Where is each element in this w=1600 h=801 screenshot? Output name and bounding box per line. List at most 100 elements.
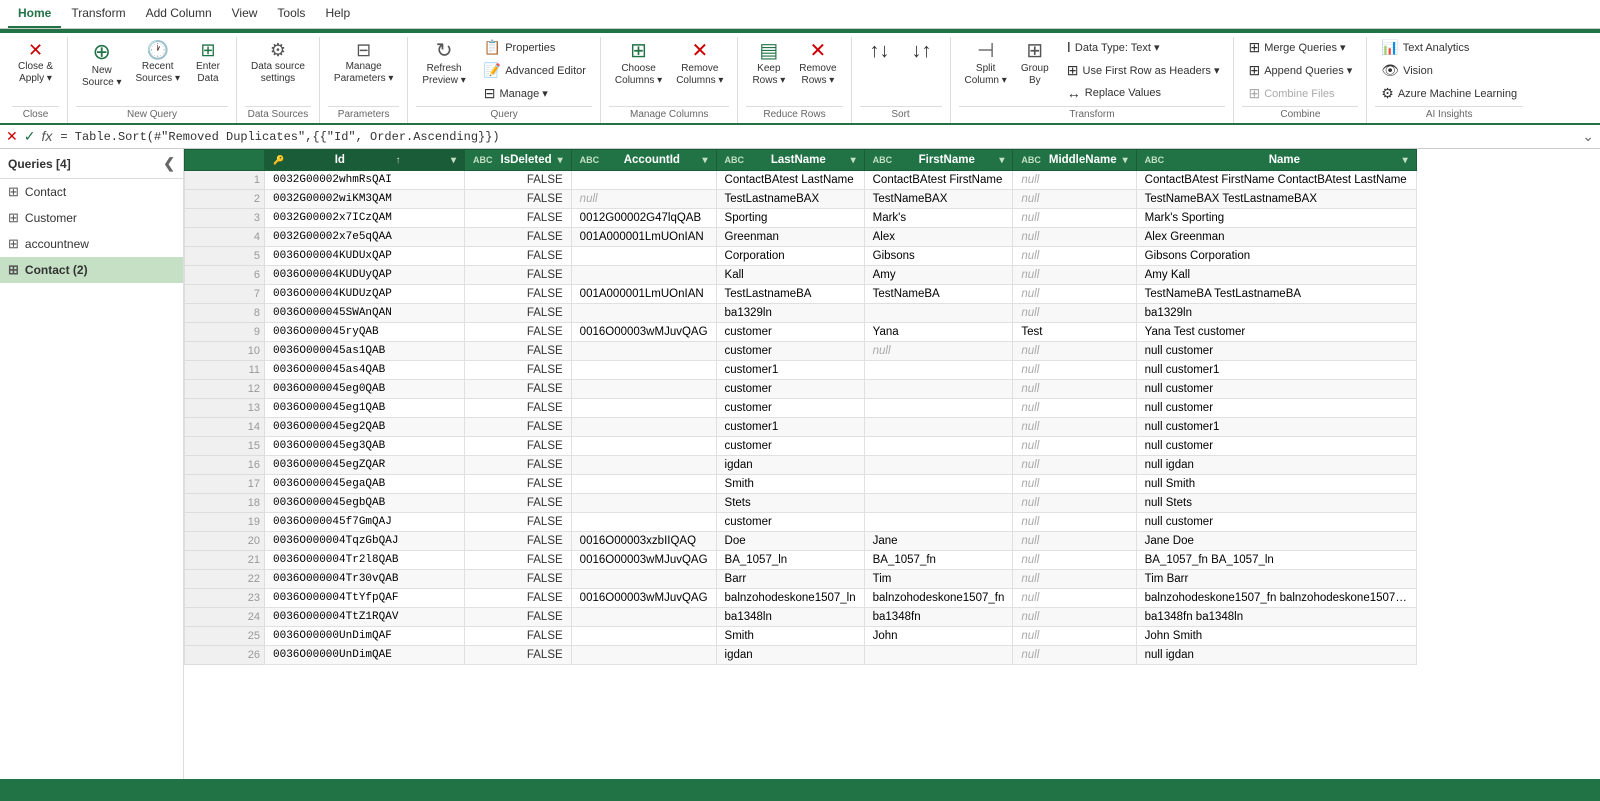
choose-columns-button[interactable]: ⊞ ChooseColumns ▾	[609, 37, 668, 91]
data-type-button[interactable]: Ⅰ Data Type: Text ▾	[1061, 37, 1226, 58]
table-row[interactable]: 210036O000004Tr2l8QABFALSE0016O00003wMJu…	[185, 551, 1417, 570]
vision-button[interactable]: 👁 Vision	[1375, 60, 1523, 81]
data-source-settings-button[interactable]: ⚙ Data sourcesettings	[245, 37, 311, 89]
table-row[interactable]: 150036O000045eg3QABFALSEcustomernullnull…	[185, 437, 1417, 456]
sidebar-item-accountnew[interactable]: ⊞ accountnew	[0, 231, 183, 257]
merge-queries-button[interactable]: ⊞ Merge Queries ▾	[1242, 37, 1358, 58]
col-firstname-menu[interactable]: ▾	[999, 155, 1004, 166]
menu-help[interactable]: Help	[315, 0, 360, 28]
table-row[interactable]: 260036O00000UnDimQAEFALSEigdannullnull i…	[185, 646, 1417, 665]
menu-transform[interactable]: Transform	[61, 0, 135, 28]
sidebar-item-customer[interactable]: ⊞ Customer	[0, 205, 183, 231]
col-header-isdeleted[interactable]: ABC IsDeleted ▾	[465, 150, 572, 171]
table-row[interactable]: 200036O000004TqzGbQAJFALSE0016O00003xzbI…	[185, 532, 1417, 551]
col-middlename-menu[interactable]: ▾	[1123, 155, 1128, 166]
manage-parameters-button[interactable]: ⊟ ManageParameters ▾	[328, 37, 399, 89]
row-number: 7	[185, 285, 265, 304]
cell-id: 0032G00002whmRsQAI	[265, 171, 465, 190]
table-row[interactable]: 100036O000045as1QABFALSEcustomernullnull…	[185, 342, 1417, 361]
table-row[interactable]: 50036O00004KUDUxQAPFALSECorporationGibso…	[185, 247, 1417, 266]
sidebar-item-contact2[interactable]: ⊞ Contact (2)	[0, 257, 183, 283]
text-analytics-button[interactable]: 📊 Text Analytics	[1375, 37, 1523, 58]
col-id-menu-icon[interactable]: ▾	[451, 155, 456, 166]
sidebar-collapse-button[interactable]: ❮	[163, 155, 175, 172]
data-table-wrapper[interactable]: 🔑 Id ↑ ▾ ABC IsDeleted ▾	[184, 149, 1600, 779]
menu-tools[interactable]: Tools	[267, 0, 315, 28]
table-row[interactable]: 220036O000004Tr30vQABFALSEBarrTimnullTim…	[185, 570, 1417, 589]
table-row[interactable]: 130036O000045eg1QABFALSEcustomernullnull…	[185, 399, 1417, 418]
row-number: 22	[185, 570, 265, 589]
refresh-preview-button[interactable]: ↻ RefreshPreview ▾	[416, 37, 471, 91]
cell-id: 0032G00002x7e5qQAA	[265, 228, 465, 247]
table-row[interactable]: 70036O00004KUDUzQAPFALSE001A000001LmUOnI…	[185, 285, 1417, 304]
enter-data-button[interactable]: ⊞ EnterData	[188, 37, 228, 89]
table-row[interactable]: 140036O000045eg2QABFALSEcustomer1nullnul…	[185, 418, 1417, 437]
data-type-icon: Ⅰ	[1067, 39, 1071, 56]
manage-button[interactable]: ⊟ Manage ▾	[478, 83, 592, 104]
sidebar-item-contact[interactable]: ⊞ Contact	[0, 179, 183, 205]
col-header-firstname[interactable]: ABC FirstName ▾	[864, 150, 1013, 171]
table-row[interactable]: 120036O000045eg0QABFALSEcustomernullnull…	[185, 380, 1417, 399]
table-row[interactable]: 250036O00000UnDimQAFFALSESmithJohnnullJo…	[185, 627, 1417, 646]
cancel-formula-icon[interactable]: ✕	[6, 128, 18, 145]
remove-rows-button[interactable]: ✕ RemoveRows ▾	[793, 37, 842, 91]
cell-lastname: BA_1057_ln	[716, 551, 864, 570]
sort-asc-button[interactable]: ↑↓	[860, 37, 900, 67]
table-row[interactable]: 80036O000045SWAnQANFALSEba1329lnnullba13…	[185, 304, 1417, 323]
table-row[interactable]: 190036O000045f7GmQAJFALSEcustomernullnul…	[185, 513, 1417, 532]
azure-ml-button[interactable]: ⚙ Azure Machine Learning	[1375, 83, 1523, 104]
ribbon-parameters-label: Parameters	[328, 106, 399, 123]
col-header-accountid[interactable]: ABC AccountId ▾	[571, 150, 716, 171]
col-lastname-menu[interactable]: ▾	[851, 155, 856, 166]
cell-id: 0036O000045eg1QAB	[265, 399, 465, 418]
table-row[interactable]: 180036O000045egbQABFALSEStetsnullnull St…	[185, 494, 1417, 513]
split-column-button[interactable]: ⊣ SplitColumn ▾	[959, 37, 1013, 91]
table-row[interactable]: 110036O000045as4QABFALSEcustomer1nullnul…	[185, 361, 1417, 380]
table-row[interactable]: 20032G00002wiKM3QAMFALSEnullTestLastname…	[185, 190, 1417, 209]
table-row[interactable]: 170036O000045egaQABFALSESmithnullnull Sm…	[185, 475, 1417, 494]
table-row[interactable]: 30032G00002x7ICzQAMFALSE0012G00002G47lqQ…	[185, 209, 1417, 228]
table-row[interactable]: 10032G00002whmRsQAIFALSEContactBAtest La…	[185, 171, 1417, 190]
advanced-editor-button[interactable]: 📝 Advanced Editor	[478, 60, 592, 81]
append-queries-button[interactable]: ⊞ Append Queries ▾	[1242, 60, 1358, 81]
use-first-row-button[interactable]: ⊞ Use First Row as Headers ▾	[1061, 60, 1226, 81]
col-header-id[interactable]: 🔑 Id ↑ ▾	[265, 150, 465, 171]
col-header-lastname[interactable]: ABC LastName ▾	[716, 150, 864, 171]
cell-name: null customer	[1136, 342, 1416, 361]
cell-middlename: null	[1013, 589, 1136, 608]
col-accountid-menu[interactable]: ▾	[703, 155, 708, 166]
table-row[interactable]: 240036O000004TtZ1RQAVFALSEba1348lnba1348…	[185, 608, 1417, 627]
table-row[interactable]: 230036O000004TtYfpQAFFALSE0016O00003wMJu…	[185, 589, 1417, 608]
col-header-middlename[interactable]: ABC MiddleName ▾	[1013, 150, 1136, 171]
menu-view[interactable]: View	[222, 0, 268, 28]
group-by-button[interactable]: ⊞ GroupBy	[1015, 37, 1055, 91]
remove-columns-button[interactable]: ✕ RemoveColumns ▾	[670, 37, 729, 91]
confirm-formula-icon[interactable]: ✓	[24, 128, 36, 145]
table-row[interactable]: 90036O000045ryQABFALSE0016O00003wMJuvQAG…	[185, 323, 1417, 342]
recent-sources-button[interactable]: 🕐 RecentSources ▾	[130, 37, 186, 89]
col-header-name[interactable]: ABC Name ▾	[1136, 150, 1416, 171]
col-name-menu[interactable]: ▾	[1403, 155, 1408, 166]
table-row[interactable]: 40032G00002x7e5qQAAFALSE001A000001LmUOnI…	[185, 228, 1417, 247]
col-id-sort-icon: ↑	[395, 155, 400, 166]
sort-desc-button[interactable]: ↓↑	[902, 37, 942, 67]
combine-files-button[interactable]: ⊞ Combine Files	[1242, 83, 1358, 104]
col-id-label: Id	[335, 154, 345, 166]
cell-name: null igdan	[1136, 646, 1416, 665]
formula-expand-icon[interactable]: ⌄	[1582, 128, 1594, 145]
properties-button[interactable]: 📋 Properties	[478, 37, 592, 58]
col-accountid-label: AccountId	[624, 154, 680, 166]
menu-home[interactable]: Home	[8, 0, 61, 28]
cell-name: Gibsons Corporation	[1136, 247, 1416, 266]
col-isdeleted-menu[interactable]: ▾	[558, 155, 563, 166]
keep-rows-button[interactable]: ▤ KeepRows ▾	[746, 37, 791, 91]
cell-name: Mark's Sporting	[1136, 209, 1416, 228]
formula-input[interactable]	[60, 130, 1570, 144]
close-apply-button[interactable]: ✕ Close &Apply ▾	[12, 37, 59, 89]
new-source-button[interactable]: ⊕ NewSource ▾	[76, 37, 127, 93]
table-row[interactable]: 160036O000045egZQARFALSEigdannullnull ig…	[185, 456, 1417, 475]
cell-name: Tim Barr	[1136, 570, 1416, 589]
table-row[interactable]: 60036O00004KUDUyQAPFALSEKallAmynullAmy K…	[185, 266, 1417, 285]
replace-values-button[interactable]: ↔ Replace Values	[1061, 83, 1226, 103]
menu-add-column[interactable]: Add Column	[136, 0, 222, 28]
